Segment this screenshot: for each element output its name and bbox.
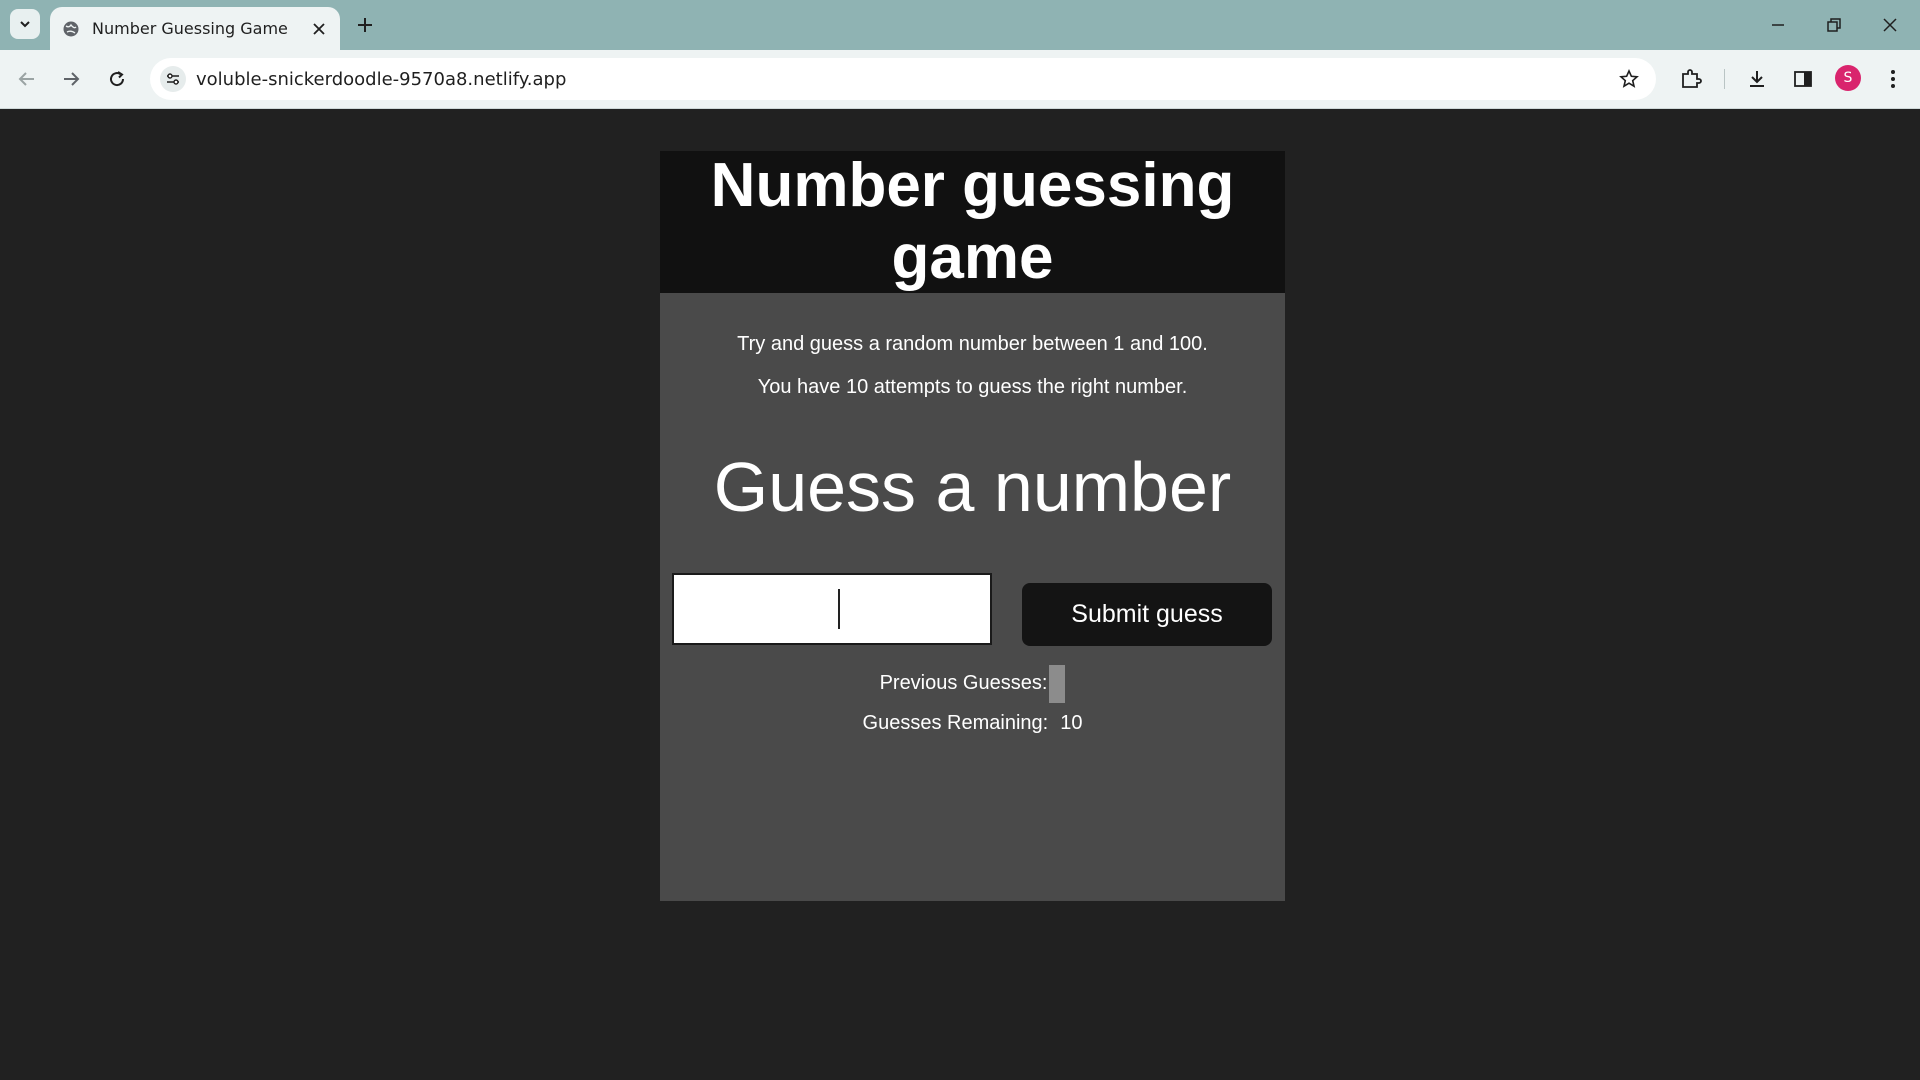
browser-menu-button[interactable] [1878, 64, 1908, 94]
arrow-left-icon [18, 72, 34, 86]
close-icon [1883, 18, 1897, 32]
reload-icon [110, 71, 125, 87]
extensions-button[interactable] [1676, 64, 1706, 94]
plus-icon [358, 18, 372, 32]
guesses-remaining-row: Guesses Remaining: 10 [660, 703, 1285, 743]
puzzle-icon [1682, 69, 1702, 88]
intro-line-2: You have 10 attempts to guess the right … [757, 376, 1188, 398]
arrow-right-icon [64, 72, 80, 86]
globe-icon [62, 20, 80, 38]
site-info-icon[interactable] [160, 66, 186, 92]
game-instructions: Try and guess a random number between 1 … [660, 323, 1285, 409]
tab-title: Number Guessing Game [92, 19, 288, 38]
guesses-remaining-value: 10 [1060, 712, 1083, 734]
side-panel-icon [1794, 71, 1812, 87]
previous-guesses-label: Previous Guesses: [879, 672, 1048, 694]
previous-guesses-value [1049, 664, 1066, 703]
guess-heading: Guess a number [713, 448, 1232, 526]
guess-form: Submit guess [660, 573, 1285, 663]
close-tab-icon[interactable] [308, 18, 330, 40]
close-window-button[interactable] [1872, 10, 1908, 40]
intro-line-1: Try and guess a random number between 1 … [737, 333, 1208, 355]
back-button[interactable] [12, 64, 42, 94]
tab-strip: Number Guessing Game [0, 0, 1920, 50]
tab-search-button[interactable] [10, 9, 40, 39]
page-viewport: Number guessing game Try and guess a ran… [0, 109, 1920, 1080]
url-text: voluble-snickerdoodle-9570a8.netlify.app [196, 69, 567, 90]
restore-button[interactable] [1816, 10, 1852, 40]
side-panel-button[interactable] [1788, 64, 1818, 94]
reload-button[interactable] [102, 64, 132, 94]
text-caret [838, 589, 840, 629]
address-bar[interactable]: voluble-snickerdoodle-9570a8.netlify.app [150, 58, 1656, 100]
bookmark-star-icon[interactable] [1616, 66, 1642, 92]
profile-avatar[interactable]: S [1835, 65, 1861, 91]
submit-guess-button[interactable]: Submit guess [1022, 583, 1272, 646]
restore-icon [1827, 18, 1841, 32]
minimize-button[interactable] [1760, 10, 1796, 40]
chevron-down-icon [20, 21, 30, 28]
game-title: Number guessing game [710, 151, 1235, 292]
previous-guesses-row: Previous Guesses: [660, 663, 1285, 703]
toolbar-separator [1724, 69, 1725, 89]
downloads-button[interactable] [1742, 64, 1772, 94]
active-tab[interactable]: Number Guessing Game [50, 7, 340, 50]
forward-button[interactable] [56, 64, 86, 94]
browser-toolbar: voluble-snickerdoodle-9570a8.netlify.app [0, 50, 1920, 109]
game-header: Number guessing game [660, 151, 1285, 293]
more-vertical-icon [1891, 70, 1895, 88]
download-icon [1750, 71, 1764, 87]
game-panel: Number guessing game Try and guess a ran… [660, 151, 1285, 901]
guess-input[interactable] [672, 573, 992, 645]
new-tab-button[interactable] [352, 12, 378, 38]
guesses-remaining-label: Guesses Remaining: [862, 712, 1049, 734]
minimize-icon [1772, 24, 1784, 26]
